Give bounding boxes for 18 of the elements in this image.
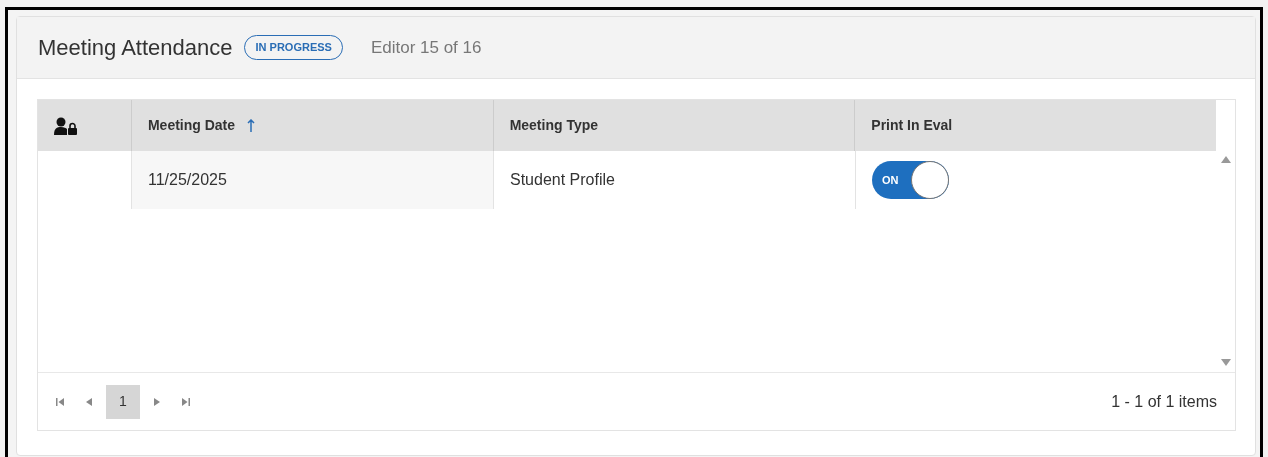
toggle-switch[interactable]: ON [872,161,949,199]
first-page-icon[interactable] [56,397,64,406]
page-button[interactable]: 1 [106,384,140,419]
last-page-icon[interactable] [182,397,190,406]
editor-counter: Editor 15 of 16 [370,36,482,59]
column-header[interactable]: Meeting Date [147,115,256,136]
sort-ascending-icon [247,119,256,132]
scroll-up-icon[interactable] [1221,156,1231,163]
column-header[interactable]: Meeting Type [509,115,599,136]
page-title: Meeting Attendance [38,34,233,62]
next-page-icon[interactable] [154,397,160,406]
user-lock-icon [54,116,78,135]
item-count: 1 - 1 of 1 items [1111,391,1217,412]
column-header[interactable]: Print In Eval [871,115,953,136]
table-cell-text: 11/25/2025 [148,170,227,190]
previous-page-icon[interactable] [86,397,92,406]
table-cell-text: Student Profile [510,170,615,190]
scroll-down-icon[interactable] [1221,359,1231,366]
